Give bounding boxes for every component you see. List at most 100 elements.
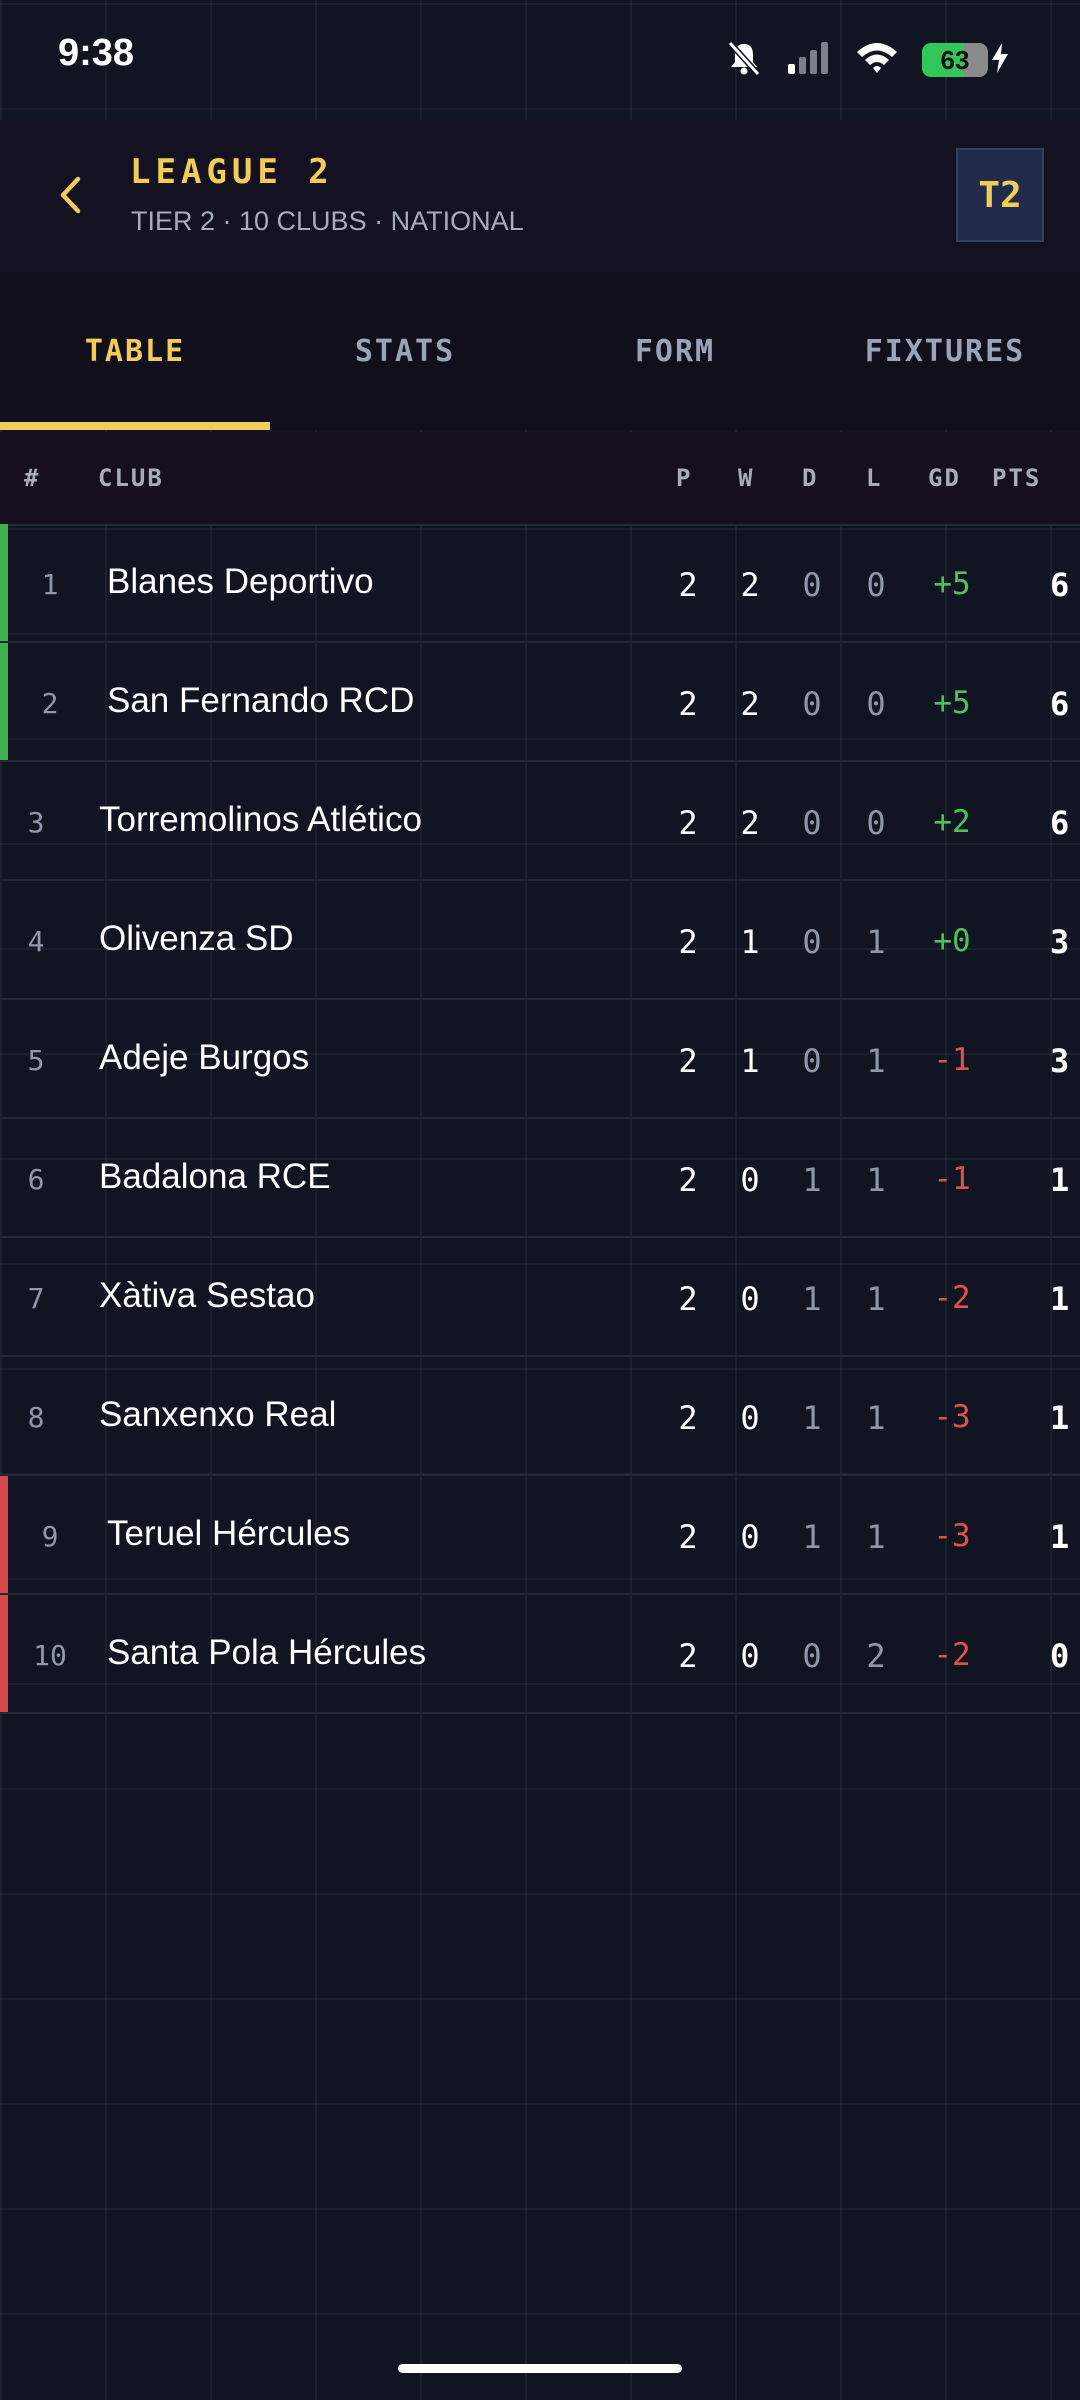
row-club-name: Adeje Burgos xyxy=(99,1038,310,1077)
row-points: 3 xyxy=(1050,1042,1070,1080)
row-lost: 0 xyxy=(866,804,886,842)
row-position: 1 xyxy=(41,568,59,601)
row-position: 3 xyxy=(27,806,45,839)
table-row[interactable]: 7 Xàtiva Sestao 2 0 1 1 -2 1 xyxy=(0,1238,1080,1357)
row-club-name: San Fernando RCD xyxy=(107,681,415,720)
row-position: 5 xyxy=(27,1044,45,1077)
status-time: 9:38 xyxy=(58,32,135,74)
cellular-signal-icon xyxy=(786,40,832,81)
row-drawn: 0 xyxy=(802,804,822,842)
row-drawn: 0 xyxy=(802,1042,822,1080)
table-row[interactable]: 1 Blanes Deportivo 2 2 0 0 +5 6 xyxy=(0,524,1080,643)
tab-bar: TABLE STATS FORM FIXTURES xyxy=(0,272,1080,430)
row-goal-diff: +5 xyxy=(933,566,971,602)
row-drawn: 0 xyxy=(802,923,822,961)
row-position: 6 xyxy=(27,1163,45,1196)
row-lost: 2 xyxy=(866,1637,886,1675)
row-lost: 1 xyxy=(866,1399,886,1437)
row-points: 0 xyxy=(1050,1637,1070,1675)
col-goal-diff: GD xyxy=(928,464,961,492)
row-position: 9 xyxy=(41,1520,59,1553)
row-drawn: 1 xyxy=(802,1161,822,1199)
row-played: 2 xyxy=(678,1161,698,1199)
bell-slash-icon xyxy=(724,38,764,83)
table-row[interactable]: 8 Sanxenxo Real 2 0 1 1 -3 1 xyxy=(0,1357,1080,1476)
row-played: 2 xyxy=(678,1518,698,1556)
row-played: 2 xyxy=(678,1042,698,1080)
row-won: 0 xyxy=(740,1518,760,1556)
row-goal-diff: -2 xyxy=(933,1280,971,1316)
row-position: 8 xyxy=(27,1401,45,1434)
row-won: 0 xyxy=(740,1637,760,1675)
col-pos: # xyxy=(24,464,41,492)
table-row[interactable]: 3 Torremolinos Atlético 2 2 0 0 +2 6 xyxy=(0,762,1080,881)
row-lost: 1 xyxy=(866,1518,886,1556)
row-points: 6 xyxy=(1050,804,1070,842)
row-goal-diff: -2 xyxy=(933,1637,971,1673)
row-played: 2 xyxy=(678,923,698,961)
row-played: 2 xyxy=(678,685,698,723)
row-position: 10 xyxy=(33,1639,67,1672)
row-lost: 0 xyxy=(866,685,886,723)
tab-table[interactable]: TABLE xyxy=(0,272,270,430)
row-drawn: 1 xyxy=(802,1399,822,1437)
table-row[interactable]: 10 Santa Pola Hércules 2 0 0 2 -2 0 xyxy=(0,1595,1080,1714)
relegation-zone-marker xyxy=(0,1476,8,1593)
row-drawn: 1 xyxy=(802,1518,822,1556)
promotion-zone-marker xyxy=(0,643,8,760)
row-goal-diff: -1 xyxy=(933,1042,971,1078)
row-points: 1 xyxy=(1050,1280,1070,1318)
row-won: 1 xyxy=(740,1042,760,1080)
row-lost: 1 xyxy=(866,1280,886,1318)
row-goal-diff: -3 xyxy=(933,1518,971,1554)
row-lost: 1 xyxy=(866,1161,886,1199)
league-title: LEAGUE 2 xyxy=(130,152,334,192)
tab-fixtures[interactable]: FIXTURES xyxy=(810,272,1080,430)
row-points: 6 xyxy=(1050,566,1070,604)
league-header: LEAGUE 2 TIER 2 · 10 CLUBS · NATIONAL T2 xyxy=(0,120,1080,272)
row-goal-diff: -1 xyxy=(933,1161,971,1197)
row-goal-diff: +0 xyxy=(933,923,971,959)
table-row[interactable]: 2 San Fernando RCD 2 2 0 0 +5 6 xyxy=(0,643,1080,762)
table-row[interactable]: 9 Teruel Hércules 2 0 1 1 -3 1 xyxy=(0,1476,1080,1595)
row-played: 2 xyxy=(678,804,698,842)
row-won: 0 xyxy=(740,1280,760,1318)
table-row[interactable]: 4 Olivenza SD 2 1 0 1 +0 3 xyxy=(0,881,1080,1000)
league-subtitle: TIER 2 · 10 CLUBS · NATIONAL xyxy=(131,206,524,236)
col-club: CLUB xyxy=(98,464,164,492)
row-drawn: 0 xyxy=(802,1637,822,1675)
row-played: 2 xyxy=(678,1637,698,1675)
status-icons: 63 xyxy=(724,38,1010,82)
row-position: 2 xyxy=(41,687,59,720)
table-row[interactable]: 5 Adeje Burgos 2 1 0 1 -1 3 xyxy=(0,1000,1080,1119)
table-row[interactable]: 6 Badalona RCE 2 0 1 1 -1 1 xyxy=(0,1119,1080,1238)
row-position: 7 xyxy=(27,1282,45,1315)
row-club-name: Badalona RCE xyxy=(99,1157,331,1196)
row-club-name: Blanes Deportivo xyxy=(107,562,374,601)
tab-form[interactable]: FORM xyxy=(540,272,810,430)
col-lost: L xyxy=(866,464,883,492)
row-club-name: Sanxenxo Real xyxy=(99,1395,337,1434)
row-club-name: Santa Pola Hércules xyxy=(107,1633,427,1672)
row-points: 1 xyxy=(1050,1399,1070,1437)
back-button[interactable] xyxy=(48,172,92,222)
battery-icon: 63 xyxy=(922,43,988,77)
home-indicator[interactable] xyxy=(398,2364,682,2373)
row-club-name: Olivenza SD xyxy=(99,919,294,958)
row-played: 2 xyxy=(678,566,698,604)
table-header: # CLUB P W D L GD PTS xyxy=(0,432,1080,526)
battery-indicator: 63 xyxy=(922,42,1010,79)
row-played: 2 xyxy=(678,1399,698,1437)
bolt-icon xyxy=(990,42,1010,79)
row-lost: 1 xyxy=(866,923,886,961)
relegation-zone-marker xyxy=(0,1595,8,1712)
row-drawn: 0 xyxy=(802,685,822,723)
row-played: 2 xyxy=(678,1280,698,1318)
wifi-icon xyxy=(854,40,900,81)
row-won: 0 xyxy=(740,1399,760,1437)
tab-stats[interactable]: STATS xyxy=(270,272,540,430)
row-club-name: Teruel Hércules xyxy=(107,1514,351,1553)
row-won: 2 xyxy=(740,804,760,842)
standings-table: 1 Blanes Deportivo 2 2 0 0 +5 6 2 San Fernando RC… xyxy=(0,524,1080,1714)
row-points: 3 xyxy=(1050,923,1070,961)
